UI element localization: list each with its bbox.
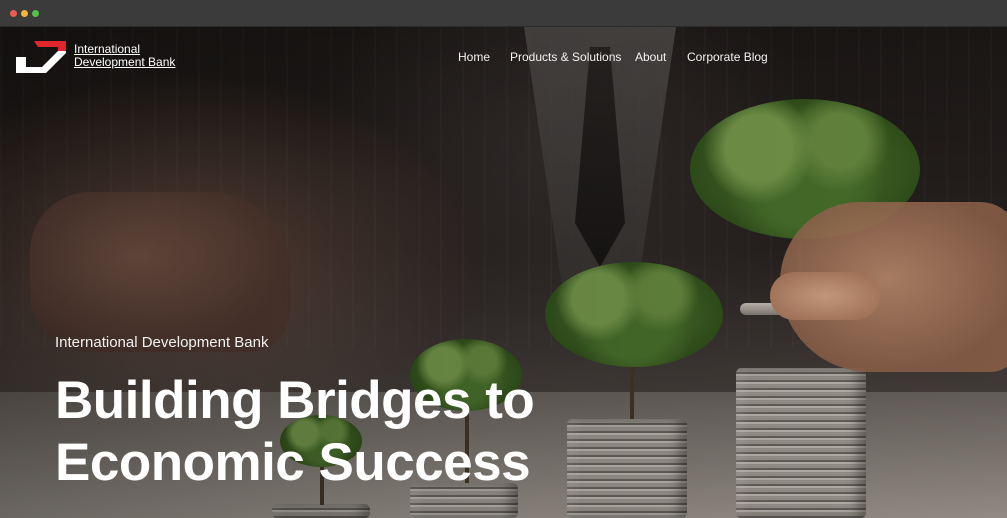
hero-headline-line1: Building Bridges to <box>55 371 535 430</box>
hero-headline-line2: Economic Success <box>55 433 531 492</box>
brand-name[interactable]: International Development Bank <box>74 43 175 69</box>
idb-logo-icon[interactable] <box>12 39 70 77</box>
browser-window: International Development Bank Home Prod… <box>0 0 1007 518</box>
maximize-window-button[interactable] <box>32 10 39 17</box>
hero-section: International Development Bank Home Prod… <box>0 27 1007 518</box>
brand-line2: Development Bank <box>74 55 176 69</box>
minimize-window-button[interactable] <box>21 10 28 17</box>
nav-corporate-blog[interactable]: Corporate Blog <box>687 50 768 64</box>
nav-home[interactable]: Home <box>458 50 490 64</box>
hero-headline: Building Bridges to Economic Success <box>55 370 615 494</box>
window-titlebar <box>0 0 1007 27</box>
hero-eyebrow: International Development Bank <box>55 334 269 351</box>
close-window-button[interactable] <box>10 10 17 17</box>
nav-products-solutions[interactable]: Products & Solutions <box>510 50 621 64</box>
nav-about[interactable]: About <box>635 50 666 64</box>
